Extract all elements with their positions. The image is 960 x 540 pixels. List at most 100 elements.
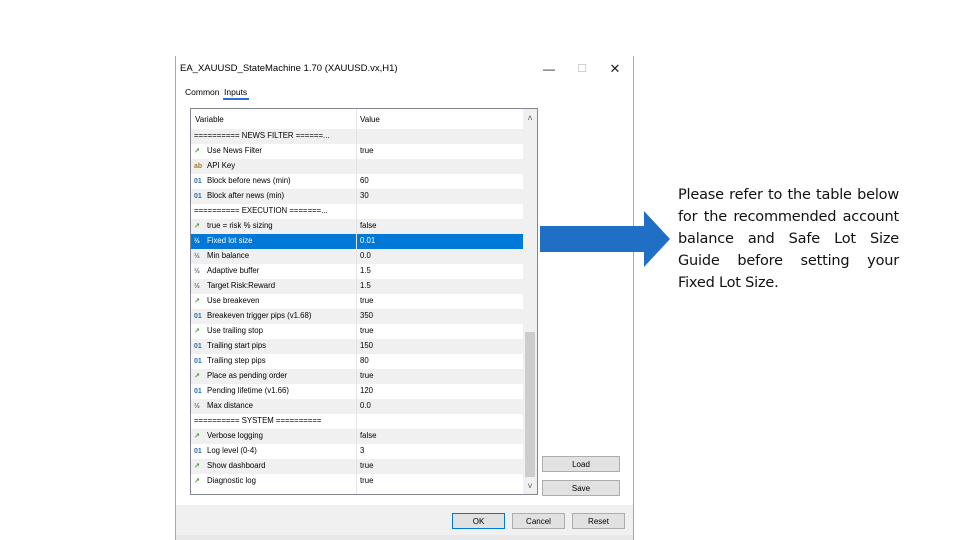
variable-cell: ½ Min balance [194, 251, 249, 260]
variable-cell: ↗ Use breakeven [194, 296, 259, 305]
value-cell[interactable]: true [360, 461, 373, 470]
bool-param-icon: ↗ [194, 223, 200, 230]
value-column-header[interactable]: Value [360, 115, 380, 124]
table-row[interactable]: ↗ true = risk % sizing false [191, 219, 523, 234]
variable-name: Verbose logging [207, 431, 263, 440]
value-cell[interactable]: 350 [360, 311, 373, 320]
value-cell[interactable]: 80 [360, 356, 369, 365]
table-row[interactable]: ↗ Use breakeven true [191, 294, 523, 309]
scroll-down-icon[interactable]: ˅ [523, 479, 537, 493]
bool-param-icon: ↗ [194, 298, 200, 305]
table-row[interactable]: ½ Fixed lot size 0.01 [191, 234, 523, 249]
variable-cell: ↗ Use News Filter [194, 146, 262, 155]
value-cell[interactable]: 3 [360, 446, 364, 455]
variable-name: true = risk % sizing [207, 221, 273, 230]
variable-name: Block after news (min) [207, 191, 285, 200]
close-icon[interactable]: ✕ [604, 60, 626, 78]
variable-cell: ↗ Place as pending order [194, 371, 287, 380]
save-button[interactable]: Save [542, 480, 620, 496]
table-row[interactable]: 01 Trailing step pips 80 [191, 354, 523, 369]
value-cell[interactable]: 60 [360, 176, 369, 185]
variable-name: ========== NEWS FILTER ======... [194, 131, 330, 140]
variable-cell: 01 Trailing start pips [194, 341, 266, 350]
table-row[interactable]: ========== SYSTEM ========== [191, 414, 523, 429]
variable-cell: 01 Breakeven trigger pips (v1.68) [194, 311, 311, 320]
column-divider[interactable] [356, 109, 357, 494]
value-cell[interactable]: true [360, 476, 373, 485]
value-cell[interactable]: 1.5 [360, 281, 371, 290]
variable-name: Place as pending order [207, 371, 288, 380]
integer-param-icon: 01 [194, 358, 202, 365]
value-cell[interactable]: 0.0 [360, 401, 371, 410]
table-row[interactable]: ½ Max distance 0.0 [191, 399, 523, 414]
table-row[interactable]: 01 Breakeven trigger pips (v1.68) 350 [191, 309, 523, 324]
double-param-icon: ½ [194, 268, 200, 275]
value-cell[interactable]: true [360, 146, 373, 155]
variable-name: Use trailing stop [207, 326, 263, 335]
value-cell[interactable]: false [360, 221, 376, 230]
table-row[interactable]: ab API Key [191, 159, 523, 174]
variable-name: Use breakeven [207, 296, 260, 305]
scrollbar-thumb[interactable] [525, 332, 535, 477]
value-cell[interactable]: false [360, 431, 376, 440]
minimize-icon[interactable]: — [538, 60, 560, 78]
tab-common[interactable]: Common [185, 87, 219, 97]
variable-name: Block before news (min) [207, 176, 291, 185]
table-row[interactable]: ========== EXECUTION =======... [191, 204, 523, 219]
value-cell[interactable]: 1.5 [360, 266, 371, 275]
value-cell[interactable]: 120 [360, 386, 373, 395]
variable-name: Diagnostic log [207, 476, 256, 485]
table-row[interactable]: ½ Min balance 0.0 [191, 249, 523, 264]
table-row[interactable]: ↗ Show dashboard true [191, 459, 523, 474]
variable-cell: ½ Fixed lot size [194, 236, 253, 245]
table-row[interactable]: ↗ Place as pending order true [191, 369, 523, 384]
reset-button[interactable]: Reset [572, 513, 625, 529]
value-cell[interactable]: 0.0 [360, 251, 371, 260]
variable-cell: ab API Key [194, 161, 235, 170]
table-row[interactable]: ½ Adaptive buffer 1.5 [191, 264, 523, 279]
bool-param-icon: ↗ [194, 148, 200, 155]
variable-cell: ½ Adaptive buffer [194, 266, 259, 275]
table-row[interactable]: 01 Block after news (min) 30 [191, 189, 523, 204]
value-cell[interactable]: true [360, 296, 373, 305]
table-row[interactable]: 01 Log level (0-4) 3 [191, 444, 523, 459]
table-row[interactable]: ========== NEWS FILTER ======... [191, 129, 523, 144]
value-cell[interactable]: 150 [360, 341, 373, 350]
table-row[interactable]: ↗ Use News Filter true [191, 144, 523, 159]
bool-param-icon: ↗ [194, 463, 200, 470]
double-param-icon: ½ [194, 403, 200, 410]
double-param-icon: ½ [194, 253, 200, 260]
scroll-up-icon[interactable]: ˄ [523, 111, 537, 125]
value-cell[interactable]: true [360, 326, 373, 335]
tab-inputs[interactable]: Inputs [224, 87, 247, 97]
title-bar[interactable]: EA_XAUUSD_StateMachine 1.70 (XAUUSD.vx,H… [176, 56, 633, 82]
table-row[interactable]: 01 Block before news (min) 60 [191, 174, 523, 189]
table-row[interactable]: 01 Trailing start pips 150 [191, 339, 523, 354]
table-row[interactable]: ½ Target Risk:Reward 1.5 [191, 279, 523, 294]
table-row[interactable]: ↗ Use trailing stop true [191, 324, 523, 339]
ok-button[interactable]: OK [452, 513, 505, 529]
table-row[interactable]: ↗ Diagnostic log true [191, 474, 523, 489]
variable-name: Min balance [207, 251, 250, 260]
bool-param-icon: ↗ [194, 328, 200, 335]
value-cell[interactable]: 0.01 [360, 236, 375, 245]
vertical-scrollbar[interactable]: ˄ ˅ [523, 109, 537, 494]
variable-name: Target Risk:Reward [207, 281, 276, 290]
table-row[interactable]: ↗ Verbose logging false [191, 429, 523, 444]
variable-column-header[interactable]: Variable [195, 115, 224, 124]
variable-name: Show dashboard [207, 461, 266, 470]
value-cell[interactable]: 30 [360, 191, 369, 200]
variable-cell: ========== SYSTEM ========== [194, 416, 321, 425]
variable-cell: ========== NEWS FILTER ======... [194, 131, 330, 140]
value-cell[interactable]: true [360, 371, 373, 380]
variable-name: API Key [207, 161, 236, 170]
window-title: EA_XAUUSD_StateMachine 1.70 (XAUUSD.vx,H… [180, 63, 398, 74]
variable-name: Fixed lot size [207, 236, 253, 245]
variable-cell: ↗ Diagnostic log [194, 476, 256, 485]
table-row[interactable]: 01 Pending lifetime (v1.66) 120 [191, 384, 523, 399]
integer-param-icon: 01 [194, 178, 202, 185]
variable-name: Max distance [207, 401, 253, 410]
load-button[interactable]: Load [542, 456, 620, 472]
cancel-button[interactable]: Cancel [512, 513, 565, 529]
bool-param-icon: ↗ [194, 373, 200, 380]
